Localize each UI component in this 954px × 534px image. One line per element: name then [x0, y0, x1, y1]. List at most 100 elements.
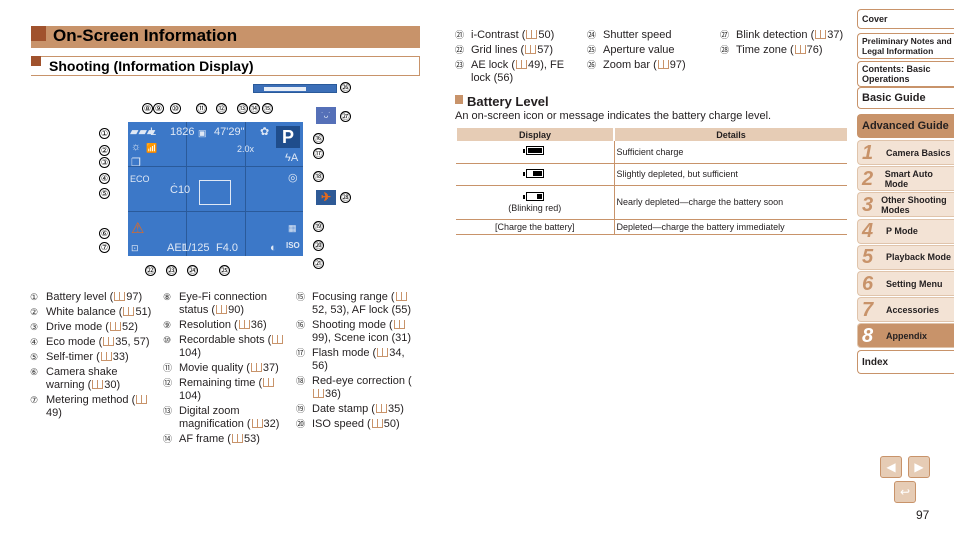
chapter-number: 3 — [862, 193, 874, 216]
sidebar-chapter-2[interactable]: 2 Smart Auto Mode — [857, 166, 954, 192]
return-icon: ↩ — [899, 485, 911, 499]
sidebar-item-advanced-guide[interactable]: Advanced Guide — [857, 114, 954, 138]
sidebar-chapter-3[interactable]: 3 Other Shooting Modes — [857, 192, 954, 218]
arrow-left-icon: ◀ — [886, 460, 896, 474]
legend-item: ㉘ Time zone (76) — [720, 44, 845, 57]
callout-marker: ⑪ — [196, 103, 207, 114]
callout-marker: ② — [99, 145, 110, 156]
sidebar-chapter-8[interactable]: 8 Appendix — [857, 323, 954, 349]
page-reference-link[interactable]: 51) — [135, 306, 151, 318]
callout-number: ⑱ — [296, 376, 306, 386]
legend-item: ⑱ Red-eye correction (36) — [296, 375, 421, 401]
callout-number: ⑲ — [296, 404, 306, 414]
sidebar-item-basic-guide[interactable]: Basic Guide — [857, 87, 954, 109]
callout-number: ⑤ — [30, 352, 39, 362]
callout-marker: ㉑ — [313, 258, 324, 269]
sidebar-chapter-5[interactable]: 5 Playback Mode — [857, 244, 954, 270]
sidebar-item-index[interactable]: Index — [857, 350, 954, 374]
book-reference-icon — [251, 419, 263, 428]
page-reference-link[interactable]: 97) — [670, 59, 686, 71]
legend-item: ⑰ Flash mode (34, 56) — [296, 347, 421, 373]
legend-item: ⑦ Metering method (49) — [30, 394, 155, 420]
callout-marker: ⑱ — [313, 171, 324, 182]
book-reference-icon — [375, 404, 387, 413]
legend-item: ⑮ Focusing range (52, 53), AF lock (55) — [296, 291, 421, 317]
legend-text: Resolution (36) — [179, 319, 288, 332]
sidebar-chapter-4[interactable]: 4 P Mode — [857, 218, 954, 244]
page-reference-link[interactable]: 37) — [827, 29, 843, 41]
page-reference-link[interactable]: 52) — [122, 321, 138, 333]
battery-fill — [532, 170, 542, 176]
display-text: [Charge the battery] — [494, 221, 575, 232]
callout-marker: ㉗ — [340, 111, 351, 122]
page-reference-link[interactable]: 104) — [179, 390, 201, 402]
display-cell: [Charge the battery] — [456, 219, 614, 235]
page-reference-link[interactable]: 36) — [325, 388, 341, 400]
legend-item: ⑪ Movie quality (37) — [163, 362, 288, 375]
iso-label: ISO — [286, 241, 300, 250]
callout-number: ① — [30, 292, 39, 302]
book-reference-icon — [377, 348, 389, 357]
legend-text: ISO speed (50) — [312, 418, 421, 431]
callout-marker: ⑯ — [313, 133, 324, 144]
chapter-number: 8 — [862, 324, 874, 347]
page-reference-link[interactable]: 33) — [113, 351, 129, 363]
sidebar-item-label: Preliminary Notes and Legal Information — [862, 36, 952, 56]
page-reference-link[interactable]: 76) — [807, 44, 823, 56]
page-reference-link[interactable]: 50) — [538, 29, 554, 41]
sidebar-item-cover[interactable]: Cover — [857, 9, 954, 29]
page-reference-link[interactable]: 30) — [104, 379, 120, 391]
book-reference-icon — [123, 307, 135, 316]
return-button[interactable]: ↩ — [894, 481, 916, 503]
page-reference-link[interactable]: 49) — [46, 407, 62, 419]
legend-item: ① Battery level (97) — [30, 291, 155, 304]
sidebar-chapter-7[interactable]: 7 Accessories — [857, 297, 954, 323]
battery-table: Display Details Sufficient charge Slightl… — [455, 128, 847, 235]
legend-column-5: ㉔ Shutter speed ㉕ Aperture value ㉖ Zoom bar (… — [587, 29, 712, 74]
white-balance-icon: ☼ — [131, 141, 142, 153]
page-reference-link[interactable]: 104) — [179, 347, 201, 359]
page-reference-link[interactable]: 35) — [388, 403, 404, 415]
chapter-number: 5 — [862, 246, 874, 269]
page-reference-link[interactable]: 36) — [251, 319, 267, 331]
callout-marker: ⑮ — [262, 103, 273, 114]
book-reference-icon — [313, 389, 324, 398]
legend-text: Shutter speed — [603, 29, 712, 42]
page-reference-link[interactable]: 35, 57) — [115, 336, 149, 348]
chapter-number: 7 — [862, 298, 874, 321]
legend-item: ⑯ Shooting mode (99), Scene icon (31) — [296, 319, 421, 345]
book-reference-icon — [92, 380, 104, 389]
page-reference-link[interactable]: 99), Scene icon (31) — [312, 332, 411, 344]
page-number: 97 — [916, 508, 930, 522]
page-reference-link[interactable]: 53) — [244, 433, 260, 445]
legend-item: ㉑ i-Contrast (50) — [455, 29, 580, 42]
sidebar-item-label: Advanced Guide — [862, 120, 949, 132]
page-reference-link[interactable]: 32) — [264, 418, 280, 430]
legend-text: Zoom bar (97) — [603, 59, 712, 72]
legend-label: Metering method ( — [46, 394, 136, 406]
previous-page-button[interactable]: ◀ — [880, 456, 902, 478]
sidebar-item-contents[interactable]: Contents: Basic Operations — [857, 61, 954, 87]
heading-marker — [455, 95, 463, 104]
callout-number: ㉖ — [587, 60, 597, 70]
page-reference-link[interactable]: 50) — [384, 418, 400, 430]
callout-marker: ⑭ — [249, 103, 260, 114]
zoom-bar-fill — [264, 87, 306, 91]
callout-number: ③ — [30, 322, 39, 332]
legend-label: Flash mode ( — [312, 347, 377, 359]
page-reference-link[interactable]: 57) — [537, 44, 553, 56]
legend-text: Blink detection (37) — [736, 29, 845, 42]
legend-text: Shooting mode (99), Scene icon (31) — [312, 319, 421, 345]
legend-text: Red-eye correction (36) — [312, 375, 421, 401]
page-reference-link[interactable]: 52, 53), AF lock (55) — [312, 304, 411, 316]
legend-item: ② White balance (51) — [30, 306, 155, 319]
next-page-button[interactable]: ▶ — [908, 456, 930, 478]
sidebar-chapter-1[interactable]: 1 Camera Basics — [857, 140, 954, 165]
page-reference-link[interactable]: 90) — [228, 304, 244, 316]
page-reference-link[interactable]: 37) — [263, 362, 279, 374]
sidebar-chapter-6[interactable]: 6 Setting Menu — [857, 271, 954, 296]
sidebar-item-preliminary-notes[interactable]: Preliminary Notes and Legal Information — [857, 33, 954, 59]
page-reference-link[interactable]: 97) — [126, 291, 142, 303]
chapter-label: Camera Basics — [886, 147, 951, 158]
book-reference-icon — [393, 320, 405, 329]
